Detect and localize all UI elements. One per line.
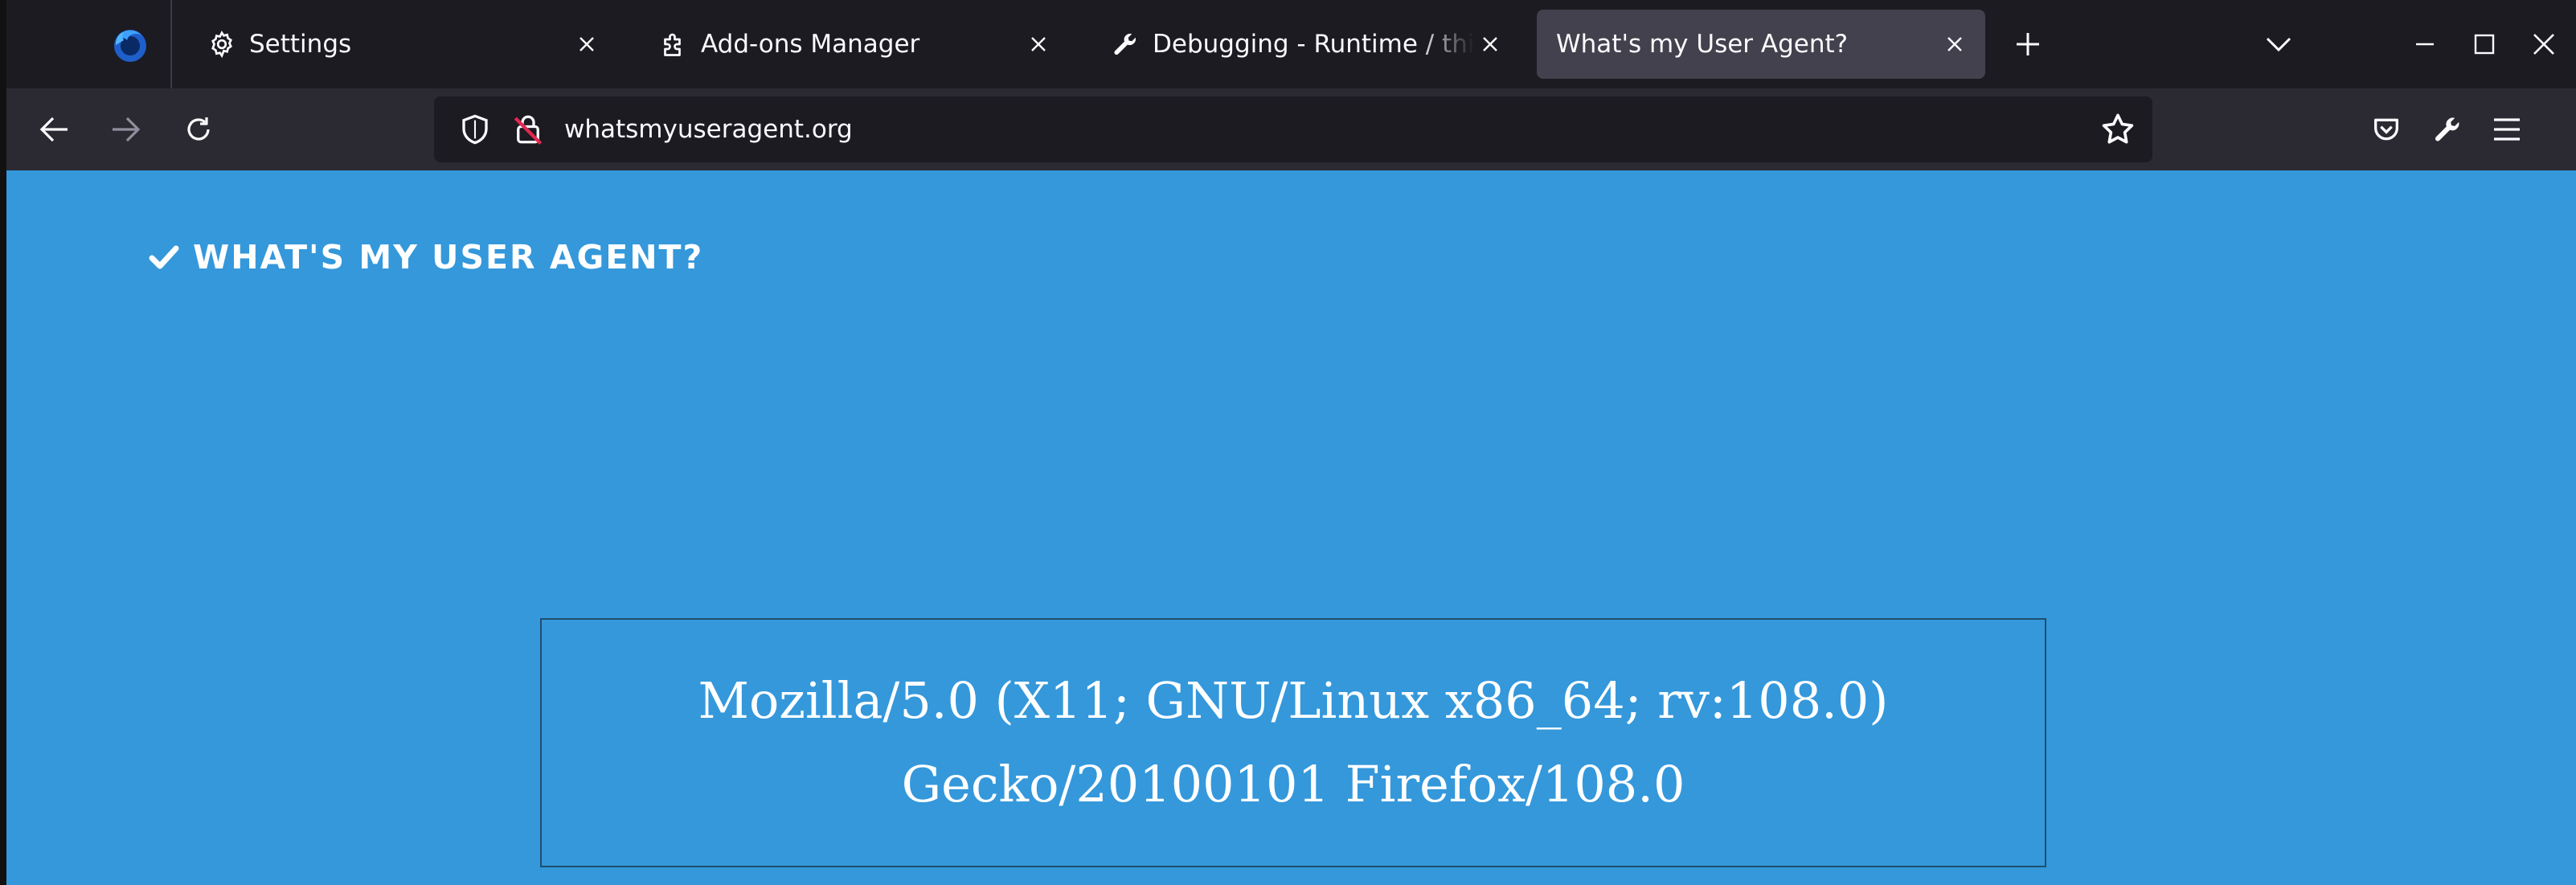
title-bar: Settings Add-ons Manager Debugging - Run… [6,0,2576,88]
close-tab-icon[interactable] [1022,28,1055,60]
site-title: WHAT'S MY USER AGENT? [193,238,704,277]
user-agent-box: Mozilla/5.0 (X11; GNU/Linux x86_64; rv:1… [540,618,2046,867]
tab-whats-my-user-agent[interactable]: What's my User Agent? [1537,10,1985,79]
arrow-right-icon [111,116,141,143]
back-button[interactable] [32,108,76,151]
page-content: WHAT'S MY USER AGENT? Mozilla/5.0 (X11; … [6,170,2576,885]
tab-settings[interactable]: Settings [188,10,617,79]
maximize-window-button[interactable] [2464,24,2504,64]
firefox-logo-icon[interactable] [109,24,151,66]
close-icon [2532,32,2556,56]
application-menu-button[interactable] [2485,108,2529,151]
user-agent-string[interactable]: Mozilla/5.0 (X11; GNU/Linux x86_64; rv:1… [610,659,1976,826]
tab-label: What's my User Agent? [1556,30,1849,59]
address-bar[interactable]: whatsmyuseragent.org [434,96,2152,162]
checkmark-icon [148,241,180,273]
close-tab-icon[interactable] [1474,28,1506,60]
tab-strip: Settings Add-ons Manager Debugging - Run… [6,0,2297,88]
forward-button[interactable] [104,108,148,151]
list-all-tabs-button[interactable] [2260,26,2297,63]
url-text[interactable]: whatsmyuseragent.org [564,96,853,162]
left-edge-strip [0,0,6,885]
puzzle-icon [657,28,690,60]
tab-addons-manager[interactable]: Add-ons Manager [640,10,1069,79]
close-window-button[interactable] [2524,24,2564,64]
close-tab-icon[interactable] [571,28,603,60]
tab-label: Settings [249,30,352,59]
arrow-left-icon [39,116,69,143]
tab-label: Debugging - Runtime / this-firefox [1153,30,1474,59]
pocket-button[interactable] [2365,108,2408,151]
reload-button[interactable] [177,108,220,151]
close-tab-icon[interactable] [1939,28,1971,60]
developer-tools-button[interactable] [2426,108,2469,151]
gear-icon [206,28,238,60]
insecure-lock-icon[interactable] [511,113,545,146]
tab-debugging-runtime[interactable]: Debugging - Runtime / this-firefox [1091,10,1521,79]
tab-separator [170,0,172,88]
wrench-icon [1109,28,1141,60]
chevron-down-icon [2265,36,2292,52]
minimize-icon [2414,33,2436,55]
maximize-icon [2473,33,2496,55]
bookmark-star-icon[interactable] [2099,111,2136,148]
site-brand[interactable]: WHAT'S MY USER AGENT? [148,238,703,277]
reload-icon [183,114,214,145]
wrench-icon [2431,113,2463,145]
shield-icon[interactable] [458,113,492,146]
hamburger-menu-icon [2492,116,2522,143]
navigation-toolbar: whatsmyuseragent.org [6,88,2576,170]
minimize-window-button[interactable] [2405,24,2445,64]
pocket-icon [2370,113,2402,145]
new-tab-button[interactable] [2009,26,2046,63]
tab-label: Add-ons Manager [701,30,920,59]
